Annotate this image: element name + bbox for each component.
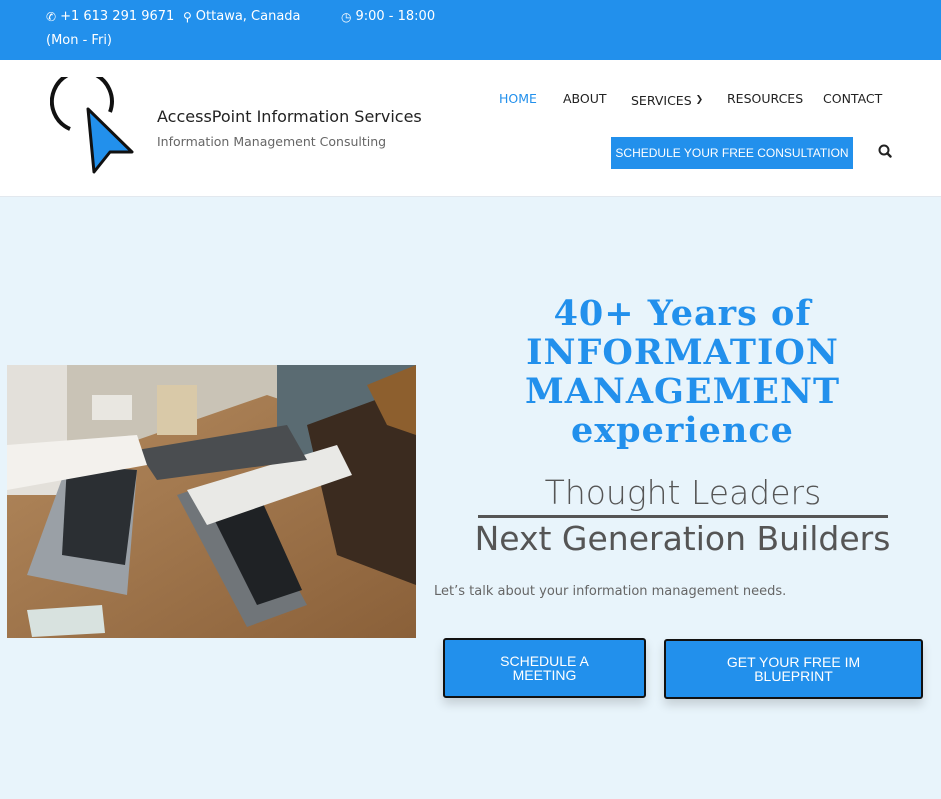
- schedule-meeting-button[interactable]: SCHEDULE A MEETING: [443, 638, 646, 698]
- thought-leaders-text: Thought Leaders: [544, 473, 822, 512]
- map-pin-icon: ⚲: [183, 9, 192, 24]
- nav-contact[interactable]: CONTACT: [823, 91, 882, 109]
- hero-headline: 40+ Years of INFORMATION MANAGEMENT expe…: [450, 294, 915, 450]
- nav-home[interactable]: HOME: [499, 91, 537, 109]
- schedule-meeting-label: SCHEDULE A MEETING: [500, 653, 589, 683]
- get-blueprint-label: GET YOUR FREE IM BLUEPRINT: [726, 654, 861, 684]
- days-text: (Mon - Fri): [46, 33, 112, 48]
- location-info: ⚲ Ottawa, Canada: [183, 9, 301, 24]
- brand-subtitle: Information Management Consulting: [157, 134, 387, 149]
- hero-tagline: Let’s talk about your information manage…: [434, 584, 787, 599]
- top-info-bar: ✆ +1 613 291 9671 ⚲ Ottawa, Canada ◷ 9:0…: [0, 0, 941, 60]
- nav-services[interactable]: SERVICES ❯: [631, 91, 703, 109]
- clock-icon: ◷: [341, 9, 352, 24]
- site-header: AccessPoint Information Services Informa…: [0, 60, 941, 197]
- headline-line-4: experience: [571, 410, 794, 451]
- chevron-down-icon: ❯: [695, 95, 704, 105]
- headline-line-1: 40+ Years of: [553, 293, 812, 334]
- hours-text: 9:00 - 18:00: [355, 9, 436, 24]
- search-icon[interactable]: [876, 142, 896, 162]
- hero-divider: [478, 515, 888, 518]
- cursor-logo-icon[interactable]: [50, 77, 140, 177]
- phone-number: +1 613 291 9671: [60, 9, 175, 24]
- nav-services-label: SERVICES: [631, 92, 692, 108]
- nav-about[interactable]: ABOUT: [563, 91, 607, 109]
- brand-title[interactable]: AccessPoint Information Services: [157, 107, 422, 126]
- phone-icon: ✆: [46, 9, 57, 24]
- hours-info: ◷ 9:00 - 18:00: [341, 9, 435, 24]
- headline-line-3: MANAGEMENT: [524, 371, 841, 412]
- headline-line-2: INFORMATION: [526, 332, 839, 373]
- location-text: Ottawa, Canada: [195, 9, 301, 24]
- schedule-consultation-button[interactable]: SCHEDULE YOUR FREE CONSULTATION: [611, 137, 853, 169]
- phone-contact[interactable]: ✆ +1 613 291 9671: [46, 9, 174, 24]
- hero-photo: [7, 365, 416, 638]
- get-blueprint-button[interactable]: GET YOUR FREE IM BLUEPRINT: [664, 639, 923, 699]
- next-generation-text: Next Generation Builders: [474, 519, 891, 558]
- nav-resources[interactable]: RESOURCES: [727, 91, 803, 109]
